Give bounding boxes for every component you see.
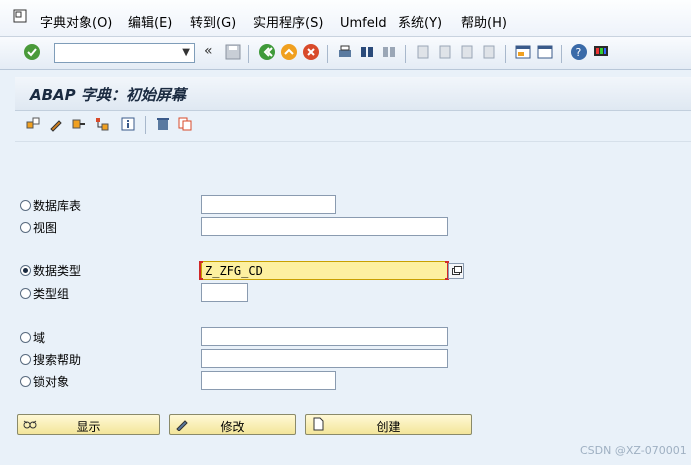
delete-icon[interactable] (155, 116, 171, 132)
create-button-label: 创建 (376, 420, 401, 434)
hierarchy-icon[interactable] (94, 116, 110, 132)
help-icon[interactable]: ? (570, 43, 588, 61)
label-domain: 域 (33, 331, 46, 345)
menu-help[interactable]: 帮助(H) (461, 16, 507, 32)
create-button[interactable]: 创建 (305, 414, 472, 435)
display-button-label: 显示 (76, 420, 101, 434)
radio-domain[interactable] (20, 332, 31, 343)
radio-data-type[interactable] (20, 265, 31, 276)
label-type-group: 类型组 (33, 287, 70, 301)
domain-input[interactable] (201, 327, 448, 346)
command-field[interactable]: ▼ (54, 43, 195, 63)
watermark: CSDN @XZ-070001 (580, 444, 687, 457)
menu-goto[interactable]: 转到(G) (190, 16, 236, 32)
radio-type-group[interactable] (20, 288, 31, 299)
menu-dictionary-object[interactable]: 字典对象(O) (40, 16, 112, 32)
shortcut-icon[interactable] (536, 43, 554, 61)
toolbar-separator (561, 45, 562, 63)
prev-page-icon[interactable] (436, 43, 454, 61)
type-group-input[interactable] (201, 283, 248, 302)
new-session-icon[interactable] (514, 43, 532, 61)
screen-title-bar: ABAP 字典：初始屏幕 (15, 77, 691, 111)
radio-database-table[interactable] (20, 200, 31, 211)
radio-view[interactable] (20, 222, 31, 233)
copy-icon[interactable] (177, 116, 193, 132)
save-icon[interactable] (224, 43, 242, 61)
where-used-icon[interactable] (71, 116, 87, 132)
change-button[interactable]: 修改 (169, 414, 296, 435)
last-page-icon[interactable] (480, 43, 498, 61)
radio-lock-object[interactable] (20, 376, 31, 387)
label-search-help: 搜索帮助 (33, 353, 82, 367)
view-input[interactable] (201, 217, 448, 236)
back-icon[interactable] (258, 43, 276, 61)
find-icon[interactable] (358, 43, 376, 61)
next-page-icon[interactable] (458, 43, 476, 61)
print-icon[interactable] (336, 43, 354, 61)
standard-toolbar: ▼ « ? (0, 37, 691, 70)
exit-icon[interactable] (280, 43, 298, 61)
other-object-icon[interactable] (25, 116, 41, 132)
cancel-icon[interactable] (302, 43, 320, 61)
info-icon[interactable] (120, 116, 136, 132)
toolbar-separator (405, 45, 406, 63)
chevron-down-icon[interactable]: ▼ (182, 47, 190, 58)
toolbar-separator (248, 45, 249, 63)
lock-object-input[interactable] (201, 371, 336, 390)
toolbar-separator (145, 116, 146, 134)
database-table-input[interactable] (201, 195, 336, 214)
application-toolbar (15, 111, 691, 142)
label-database-table: 数据库表 (33, 199, 82, 213)
toolbar-separator (505, 45, 506, 63)
menu-umfeld[interactable]: Umfeld (340, 16, 387, 32)
find-next-icon[interactable] (380, 43, 398, 61)
toolbar-separator (327, 45, 328, 63)
change-button-label: 修改 (220, 420, 245, 434)
page-title: ABAP 字典：初始屏幕 (30, 86, 186, 104)
data-type-input[interactable]: Z_ZFG_CD (201, 261, 448, 280)
edit-pencil-icon[interactable] (48, 116, 64, 132)
focus-bracket-left (199, 261, 203, 280)
menu-system[interactable]: 系统(Y) (398, 16, 442, 32)
customize-layout-icon[interactable] (592, 43, 610, 61)
radio-search-help[interactable] (20, 354, 31, 365)
display-button[interactable]: 显示 (17, 414, 160, 435)
back-arrows-icon[interactable]: « (204, 43, 213, 59)
svg-text:?: ? (576, 46, 582, 59)
menu-bar: 字典对象(O) 编辑(E) 转到(G) 实用程序(S) Umfeld 系统(Y)… (0, 0, 691, 37)
label-data-type: 数据类型 (33, 264, 82, 278)
system-menu-icon[interactable] (13, 9, 27, 23)
label-view: 视图 (33, 221, 58, 235)
value-help-button[interactable] (448, 263, 464, 279)
enter-icon[interactable] (23, 43, 41, 61)
label-lock-object: 锁对象 (33, 375, 70, 389)
search-help-input[interactable] (201, 349, 448, 368)
first-page-icon[interactable] (414, 43, 432, 61)
menu-edit[interactable]: 编辑(E) (128, 16, 172, 32)
menu-utilities[interactable]: 实用程序(S) (253, 16, 323, 32)
